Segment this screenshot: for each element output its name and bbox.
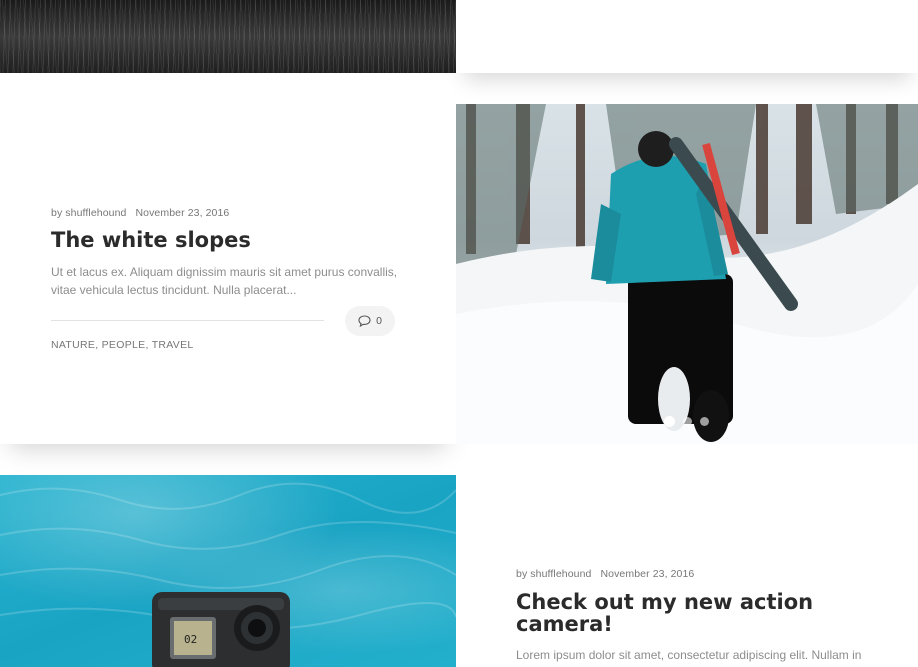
post-card-2: by shufflehound November 23, 2016 Check o…	[456, 475, 918, 667]
post-excerpt-line: vitae vehicula lectus tincidunt. Nulla p…	[51, 283, 297, 297]
post-card-previous	[456, 0, 918, 73]
snowboarder-image[interactable]	[456, 104, 918, 444]
post-title-line: camera!	[516, 612, 613, 637]
post-title-line: Check out my new action	[516, 590, 814, 614]
post-date[interactable]: November 23, 2016	[135, 207, 229, 219]
post-categories[interactable]: NATURE, PEOPLE, TRAVEL	[51, 339, 194, 351]
snow-scene-illustration	[456, 104, 918, 444]
post-divider	[51, 320, 324, 321]
slider-dots	[664, 416, 709, 427]
post-card: by shufflehound November 23, 2016 The whi…	[0, 104, 456, 444]
action-camera-image[interactable]: 02	[0, 475, 456, 667]
slider-dot[interactable]	[664, 416, 675, 427]
comments-button[interactable]: 0	[345, 306, 395, 336]
post-excerpt: Ut et lacus ex. Aliquam dignissim mauris…	[51, 263, 411, 299]
comment-count: 0	[376, 315, 382, 327]
post-meta: by shufflehound November 23, 2016	[516, 568, 694, 580]
post-meta: by shufflehound November 23, 2016	[51, 207, 229, 219]
camera-illustration: 02	[0, 482, 456, 667]
slider-dot[interactable]	[700, 417, 709, 426]
hair-image[interactable]	[0, 0, 456, 73]
post-title[interactable]: The white slopes	[51, 229, 251, 251]
post-excerpt-line: Ut et lacus ex. Aliquam dignissim mauris…	[51, 265, 398, 279]
post-title[interactable]: Check out my new action camera!	[516, 591, 813, 635]
camera-screen-text: 02	[184, 633, 197, 646]
slider-dot[interactable]	[683, 417, 692, 426]
comment-icon	[358, 315, 371, 327]
post-author[interactable]: by shufflehound	[51, 207, 126, 219]
post-date[interactable]: November 23, 2016	[600, 568, 694, 580]
post-author[interactable]: by shufflehound	[516, 568, 591, 580]
post-excerpt: Lorem ipsum dolor sit amet, consectetur …	[516, 648, 862, 662]
